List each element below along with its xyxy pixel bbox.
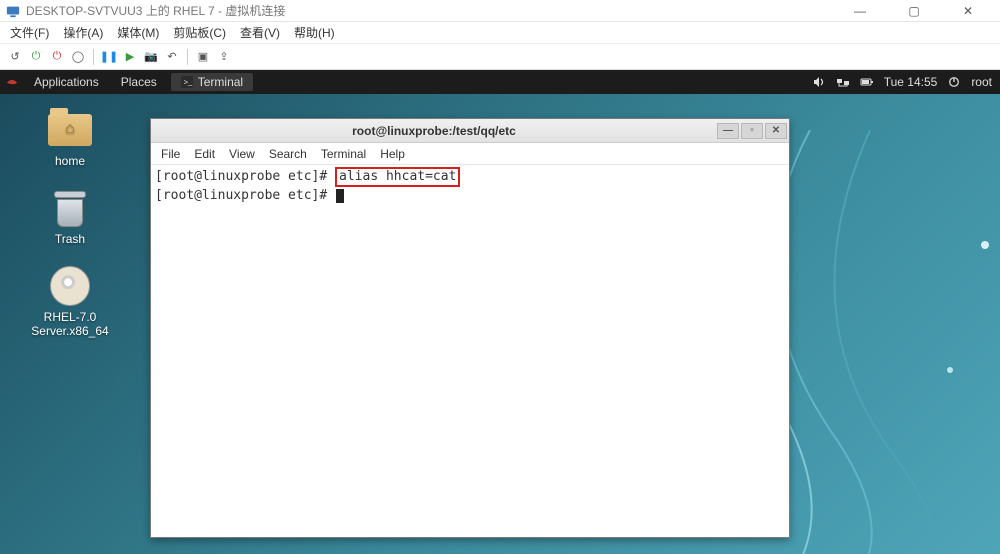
shutdown-icon[interactable]: ⏻ [48,48,66,66]
menu-action[interactable]: 操作(A) [63,24,103,41]
desktop-icon-disc[interactable]: RHEL-7.0 Server.x86_64 [20,266,120,338]
menu-view[interactable]: 查看(V) [240,24,280,41]
host-title: DESKTOP-SVTVUU3 上的 RHEL 7 - 虚拟机连接 [26,2,842,19]
desktop-icon-trash[interactable]: Trash [20,188,120,246]
share-icon[interactable]: ⇪ [215,48,233,66]
power-menu-icon[interactable] [947,75,961,89]
vm-viewport: Applications Places >_ Terminal Tue 14:5… [0,70,1000,554]
user-label[interactable]: root [971,75,992,89]
minimize-button[interactable]: — [842,4,878,18]
close-button[interactable]: ✕ [950,4,986,18]
host-menubar: 文件(F) 操作(A) 媒体(M) 剪贴板(C) 查看(V) 帮助(H) [0,22,1000,44]
term-menu-help[interactable]: Help [380,147,405,161]
terminal-title: root@linuxprobe:/test/qq/etc [151,124,717,138]
term-menu-search[interactable]: Search [269,147,307,161]
desktop-icons: home Trash RHEL-7.0 Server.x86_64 [20,110,120,338]
host-titlebar: DESKTOP-SVTVUU3 上的 RHEL 7 - 虚拟机连接 — ▢ ✕ [0,0,1000,22]
menu-file[interactable]: 文件(F) [10,24,49,41]
menu-help[interactable]: 帮助(H) [294,24,335,41]
clock[interactable]: Tue 14:55 [884,75,938,89]
menu-media[interactable]: 媒体(M) [117,24,159,41]
places-menu[interactable]: Places [113,75,165,89]
volume-icon[interactable] [812,75,826,89]
disc-icon [46,266,94,306]
applications-menu[interactable]: Applications [26,75,107,89]
stop-icon[interactable]: ◯ [69,48,87,66]
terminal-cursor [336,189,344,203]
terminal-maximize-button[interactable]: ▫ [741,123,763,139]
vm-app-icon [6,4,20,18]
battery-icon[interactable] [860,75,874,89]
desktop-icon-trash-label: Trash [20,232,120,246]
network-icon[interactable] [836,75,850,89]
terminal-prompt-2: [root@linuxprobe etc]# [155,188,335,203]
pause-icon[interactable]: ❚❚ [100,48,118,66]
snapshot-icon[interactable]: 📷 [142,48,160,66]
maximize-button[interactable]: ▢ [896,4,932,18]
terminal-window: root@linuxprobe:/test/qq/etc — ▫ ✕ File … [150,118,790,538]
back-icon[interactable]: ↺ [6,48,24,66]
desktop-icon-disc-label: RHEL-7.0 Server.x86_64 [20,310,120,338]
trash-icon [46,188,94,228]
play-icon[interactable]: ▶ [121,48,139,66]
toolbar-separator [187,49,188,65]
terminal-command: alias hhcat=cat [335,167,460,187]
screenshot-icon[interactable]: ▣ [194,48,212,66]
terminal-close-button[interactable]: ✕ [765,123,787,139]
host-toolbar: ↺⏻⏻◯❚❚▶📷↶▣⇪ [0,44,1000,70]
taskbar-terminal[interactable]: >_ Terminal [171,73,253,91]
desktop-icon-home-label: home [20,154,120,168]
terminal-body[interactable]: [root@linuxprobe etc]# alias hhcat=cat [… [151,165,789,206]
desktop-icon-home[interactable]: home [20,110,120,168]
svg-text:>_: >_ [183,78,192,87]
folder-home-icon [46,110,94,150]
revert-icon[interactable]: ↶ [163,48,181,66]
term-menu-view[interactable]: View [229,147,255,161]
terminal-icon: >_ [181,76,193,88]
term-menu-edit[interactable]: Edit [194,147,215,161]
redhat-icon [4,74,20,90]
term-menu-file[interactable]: File [161,147,180,161]
terminal-titlebar[interactable]: root@linuxprobe:/test/qq/etc — ▫ ✕ [151,119,789,143]
term-menu-terminal[interactable]: Terminal [321,147,366,161]
terminal-minimize-button[interactable]: — [717,123,739,139]
power-icon[interactable]: ⏻ [27,48,45,66]
gnome-topbar: Applications Places >_ Terminal Tue 14:5… [0,70,1000,94]
toolbar-separator [93,49,94,65]
taskbar-terminal-label: Terminal [198,75,243,89]
menu-clipboard[interactable]: 剪贴板(C) [173,24,226,41]
terminal-menubar: File Edit View Search Terminal Help [151,143,789,165]
terminal-prompt-1: [root@linuxprobe etc]# [155,169,335,184]
